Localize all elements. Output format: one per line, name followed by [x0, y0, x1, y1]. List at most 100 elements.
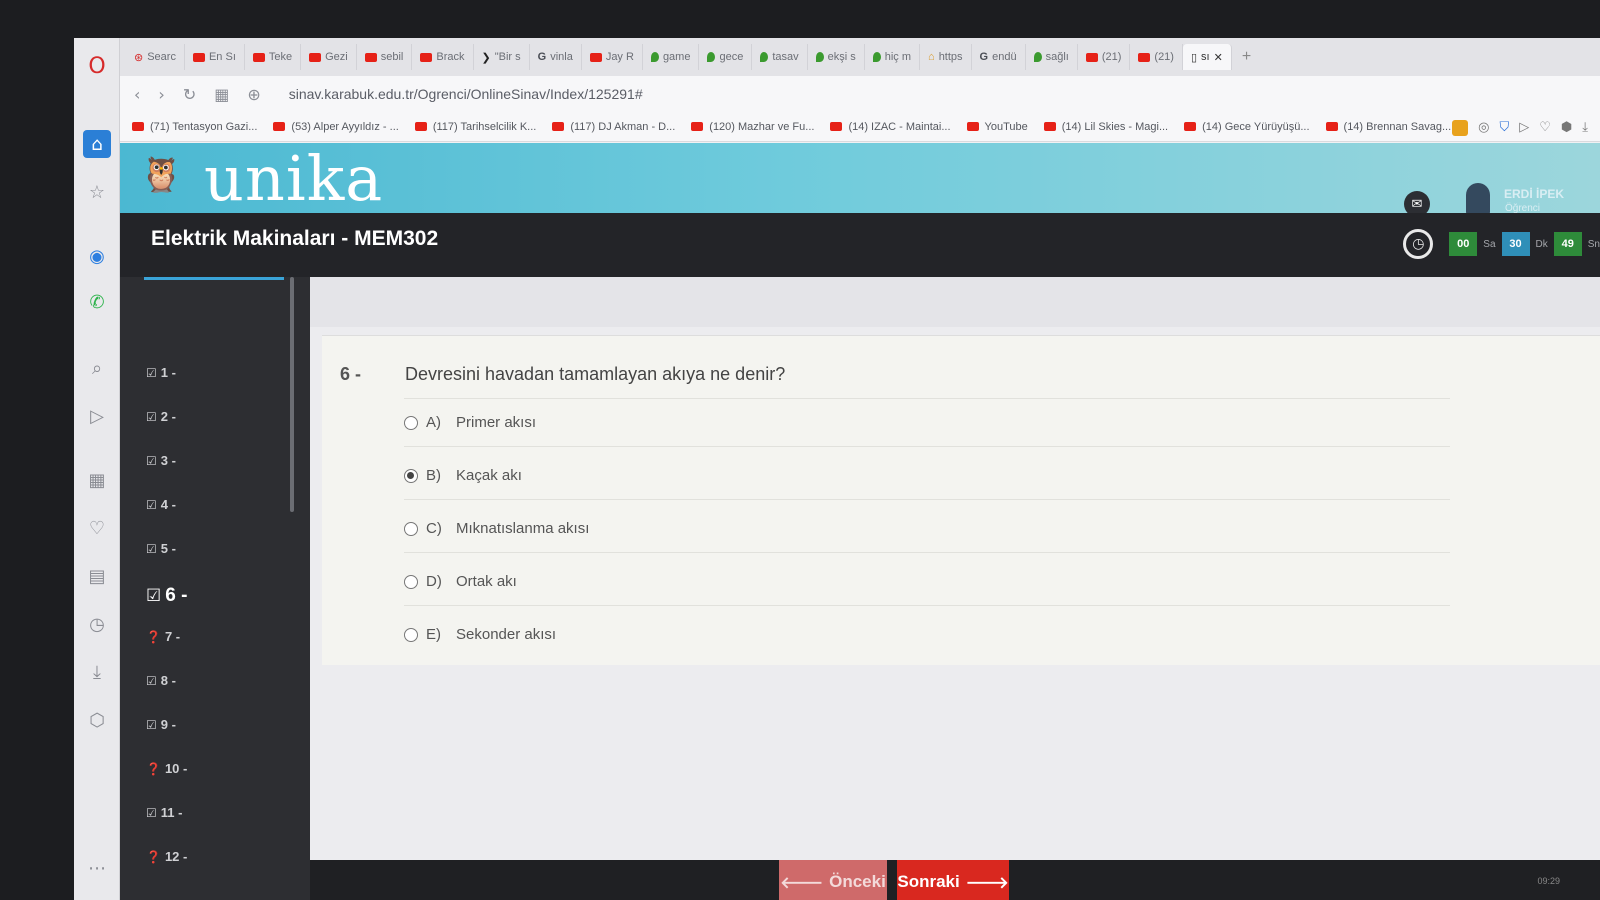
answer-option[interactable]: C) Mıknatıslanma akısı	[404, 520, 589, 537]
question-list-item[interactable]: ☑ 2 -	[146, 409, 176, 424]
timer-hours: 00	[1449, 232, 1478, 256]
question-mark-icon: ❓	[146, 761, 161, 776]
browser-tab[interactable]: sebil	[357, 44, 413, 70]
bookmark-item[interactable]: (71) Tentasyon Gazi...	[132, 121, 257, 133]
browser-tab[interactable]: (21)	[1078, 44, 1131, 70]
forward-icon[interactable]: ›	[158, 85, 164, 104]
opera-logo-icon[interactable]: O	[83, 52, 111, 80]
question-list-item[interactable]: ❓ 10 -	[146, 761, 187, 776]
option-divider	[404, 499, 1450, 500]
star-icon[interactable]: ☆	[83, 178, 111, 206]
browser-tab[interactable]: hiç m	[865, 44, 921, 70]
browser-tab[interactable]: game	[643, 44, 700, 70]
question-list-item[interactable]: ❓ 7 -	[146, 629, 180, 644]
question-area: 6 - Devresini havadan tamamlayan akıya n…	[310, 277, 1600, 860]
question-list-item[interactable]: ☑ 9 -	[146, 717, 176, 732]
question-list-item[interactable]: ☑ 6 -	[146, 585, 187, 607]
heart-icon[interactable]: ♡	[83, 514, 111, 542]
new-tab-icon[interactable]: +	[1242, 48, 1251, 66]
download-icon[interactable]: ⤓	[83, 658, 111, 686]
radio-button[interactable]	[404, 415, 418, 430]
answer-option[interactable]: D) Ortak akı	[404, 573, 517, 590]
browser-tab[interactable]: sağlı	[1026, 44, 1078, 70]
browser-tab[interactable]: Jay R	[582, 44, 643, 70]
youtube-icon	[691, 122, 704, 131]
messenger-icon[interactable]: ◉	[83, 242, 111, 270]
browser-tab[interactable]: ❯ "Bir s	[474, 44, 530, 70]
browser-tab-label: "Bir s	[494, 51, 521, 63]
tabs-grid-icon[interactable]: ▦	[214, 85, 229, 104]
radio-button[interactable]	[404, 627, 418, 642]
question-list-item[interactable]: ☑ 4 -	[146, 497, 176, 512]
send-icon[interactable]: ▷	[83, 402, 111, 430]
cube-icon[interactable]: ⬢	[1561, 120, 1572, 136]
download-icon[interactable]: ⤓	[1582, 120, 1588, 136]
question-list-item[interactable]: ☑ 3 -	[146, 453, 176, 468]
browser-tab[interactable]: Teke	[245, 44, 302, 70]
box-icon[interactable]: ⬡	[83, 706, 111, 734]
browser-tab[interactable]: Gvinla	[530, 44, 582, 70]
heart-icon[interactable]: ♡	[1539, 120, 1551, 136]
timer-hours-unit: Sa	[1483, 238, 1496, 250]
camera-icon[interactable]: ◎	[1478, 120, 1489, 136]
bookmark-item[interactable]: (14) IZAC - Maintai...	[830, 121, 951, 133]
bookmark-item[interactable]: (117) DJ Akman - D...	[552, 121, 675, 133]
bookmark-item[interactable]: (14) Brennan Savag...	[1325, 121, 1451, 133]
bookmark-item[interactable]: (14) Lil Skies - Magi...	[1043, 121, 1168, 133]
radio-button[interactable]	[404, 521, 418, 536]
user-name[interactable]: ERDİ İPEK	[1504, 187, 1564, 201]
radio-button[interactable]	[404, 574, 418, 589]
url-field[interactable]: sinav.karabuk.edu.tr/Ogrenci/OnlineSinav…	[289, 86, 643, 102]
radio-selected[interactable]	[404, 468, 418, 483]
browser-tab[interactable]: tasav	[752, 44, 808, 70]
bookmark-item[interactable]: YouTube	[966, 121, 1028, 133]
question-list-item[interactable]: ☑ 1 -	[146, 365, 176, 380]
extension-icon[interactable]	[1452, 120, 1469, 136]
browser-tab[interactable]: ekşi s	[808, 44, 865, 70]
close-tab-icon[interactable]: ✕	[1214, 51, 1223, 64]
question-area-top	[310, 277, 1600, 327]
grid-icon[interactable]: ▦	[83, 466, 111, 494]
bookmark-item[interactable]: (120) Mazhar ve Fu...	[691, 121, 814, 133]
browser-tab[interactable]: En Sı	[185, 44, 245, 70]
question-list-label: 10 -	[164, 761, 188, 776]
news-icon[interactable]: ▤	[83, 562, 111, 590]
answer-option[interactable]: A) Primer akısı	[404, 414, 536, 431]
bookmark-label: (71) Tentasyon Gazi...	[150, 120, 258, 133]
bookmark-item[interactable]: (14) Gece Yürüyüşü...	[1184, 121, 1310, 133]
question-list-item[interactable]: ☑ 11 -	[146, 805, 182, 820]
next-button[interactable]: Sonraki 🡒	[897, 860, 1009, 900]
option-letter: C)	[426, 520, 442, 537]
youtube-icon	[414, 122, 427, 131]
more-icon[interactable]: ⋯	[83, 854, 111, 882]
browser-tab[interactable]: Brack	[412, 44, 474, 70]
question-list-scrollbar[interactable]	[290, 277, 294, 512]
site-logo[interactable]: unika	[204, 147, 383, 211]
reload-icon[interactable]: ↻	[183, 85, 196, 104]
question-list-item[interactable]: ❓ 12 -	[146, 849, 187, 864]
shield-icon[interactable]: ⛉	[1499, 120, 1509, 136]
browser-tab[interactable]: ⊛ Searc	[126, 44, 185, 70]
whatsapp-icon[interactable]: ✆	[83, 288, 111, 316]
question-list-item[interactable]: ☑ 8 -	[146, 673, 176, 688]
history-icon[interactable]: ◷	[83, 610, 111, 638]
browser-tab[interactable]: Gezi	[301, 44, 357, 70]
browser-tab[interactable]: (21)	[1130, 44, 1183, 70]
play-icon[interactable]: ▷	[1519, 120, 1529, 136]
browser-tab[interactable]: gece	[699, 44, 753, 70]
answer-option[interactable]: E) Sekonder akısı	[404, 626, 556, 643]
globe-icon: ⊕	[247, 84, 261, 104]
bookmark-item[interactable]: (117) Tarihselcilik K...	[414, 121, 536, 133]
search-icon[interactable]: ⌕	[83, 354, 111, 382]
browser-tab[interactable]: Gendü	[972, 44, 1026, 70]
home-icon[interactable]: ⌂	[83, 130, 111, 158]
back-icon[interactable]: ‹	[134, 85, 140, 104]
avatar[interactable]	[1466, 183, 1490, 215]
question-number: 6 -	[340, 364, 362, 384]
answer-option[interactable]: B) Kaçak akı	[404, 467, 522, 484]
question-list-item[interactable]: ☑ 5 -	[146, 541, 176, 556]
browser-tab[interactable]: ▯ sı ✕	[1182, 44, 1232, 70]
previous-button[interactable]: 🡐 Önceki	[779, 860, 887, 900]
bookmark-item[interactable]: (53) Alper Ayyıldız - ...	[273, 121, 399, 133]
browser-tab[interactable]: ⌂ https	[920, 44, 972, 70]
